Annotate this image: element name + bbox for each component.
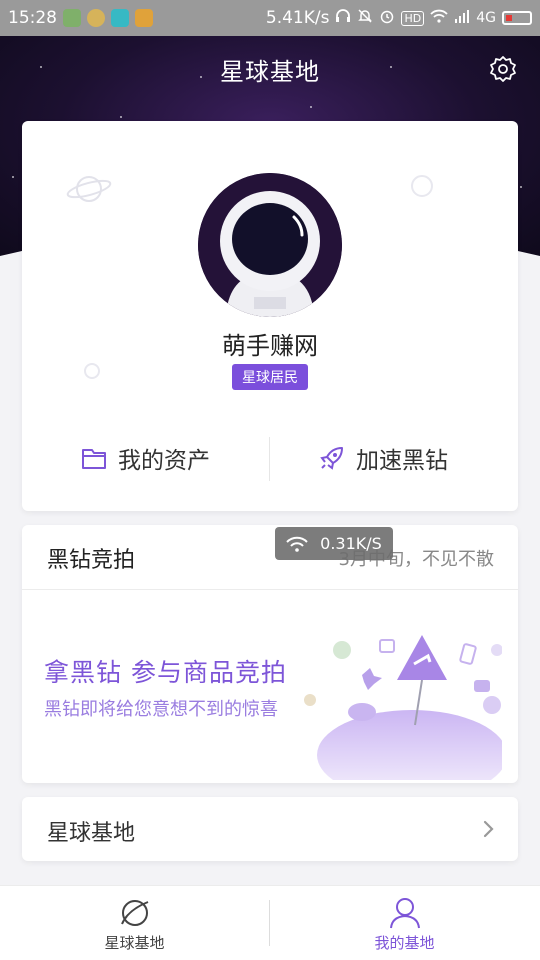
nav-planet-base-label: 星球基地 [104,934,165,952]
gear-icon[interactable] [488,54,518,84]
username: 萌手赚网 [222,332,318,360]
rocket-icon [320,447,343,470]
store-app-icon [135,9,153,27]
battery-low-icon [502,11,532,25]
auction-title: 黑钻竞拍 [47,548,136,573]
auction-card[interactable]: 黑钻竞拍 3月中旬，不见不散 拿黑钻 参与商品竞拍 黑钻即将给您意想不到的惊喜 [22,525,518,783]
profile-card: 萌手赚网 星球居民 我的资产 加速黑钻 [22,121,518,511]
status-badge: 星球居民 [232,364,308,390]
status-time: 15:28 [8,8,57,28]
bottom-nav: 星球基地 我的基地 [0,885,540,960]
nav-my-base-label: 我的基地 [374,934,435,952]
headphones-icon [335,8,351,28]
promo-subtext: 黑钻即将给您意想不到的惊喜 [44,699,278,720]
wifi-icon [286,536,308,552]
mute-icon [357,8,373,28]
boost-diamond-label: 加速黑钻 [356,448,448,474]
signal-icon [454,9,470,27]
auction-planet-illustration [304,635,502,780]
promo-headline: 拿黑钻 参与商品竞拍 [44,658,287,687]
lock-app-icon [63,9,81,27]
wallet-icon [82,449,106,469]
hd-icon: HD [401,10,425,26]
alarm-icon [379,8,395,28]
my-assets-button[interactable]: 我的资产 [80,436,210,480]
my-assets-label: 我的资产 [118,448,210,474]
planet-icon [121,900,149,926]
action-divider [269,437,270,481]
network-speed: 5.41K/s [265,8,330,28]
status-bar: 15:28 5.41K/s HD 4G [0,0,540,36]
planet-sketch-icon [66,176,112,202]
page-title: 星球基地 [220,58,320,86]
toast-speed: 0.31K/S [320,534,382,553]
astronaut-helmet-icon [198,173,342,317]
boost-diamond-button[interactable]: 加速黑钻 [318,436,448,480]
chevron-right-icon [483,820,494,838]
user-icon [390,898,420,929]
moon-sketch-icon [411,175,433,197]
auction-divider [22,589,518,590]
avatar[interactable] [198,173,342,317]
scan-app-icon [111,9,129,27]
planet-base-label: 星球基地 [47,821,136,846]
nav-my-base[interactable]: 我的基地 [270,886,539,960]
network-speed-toast: 0.31K/S [275,527,393,560]
network-type: 4G [476,10,496,26]
wifi-icon [430,9,448,27]
plus-app-icon [87,9,105,27]
planet-base-row[interactable]: 星球基地 [22,797,518,861]
nav-planet-base[interactable]: 星球基地 [0,886,269,960]
